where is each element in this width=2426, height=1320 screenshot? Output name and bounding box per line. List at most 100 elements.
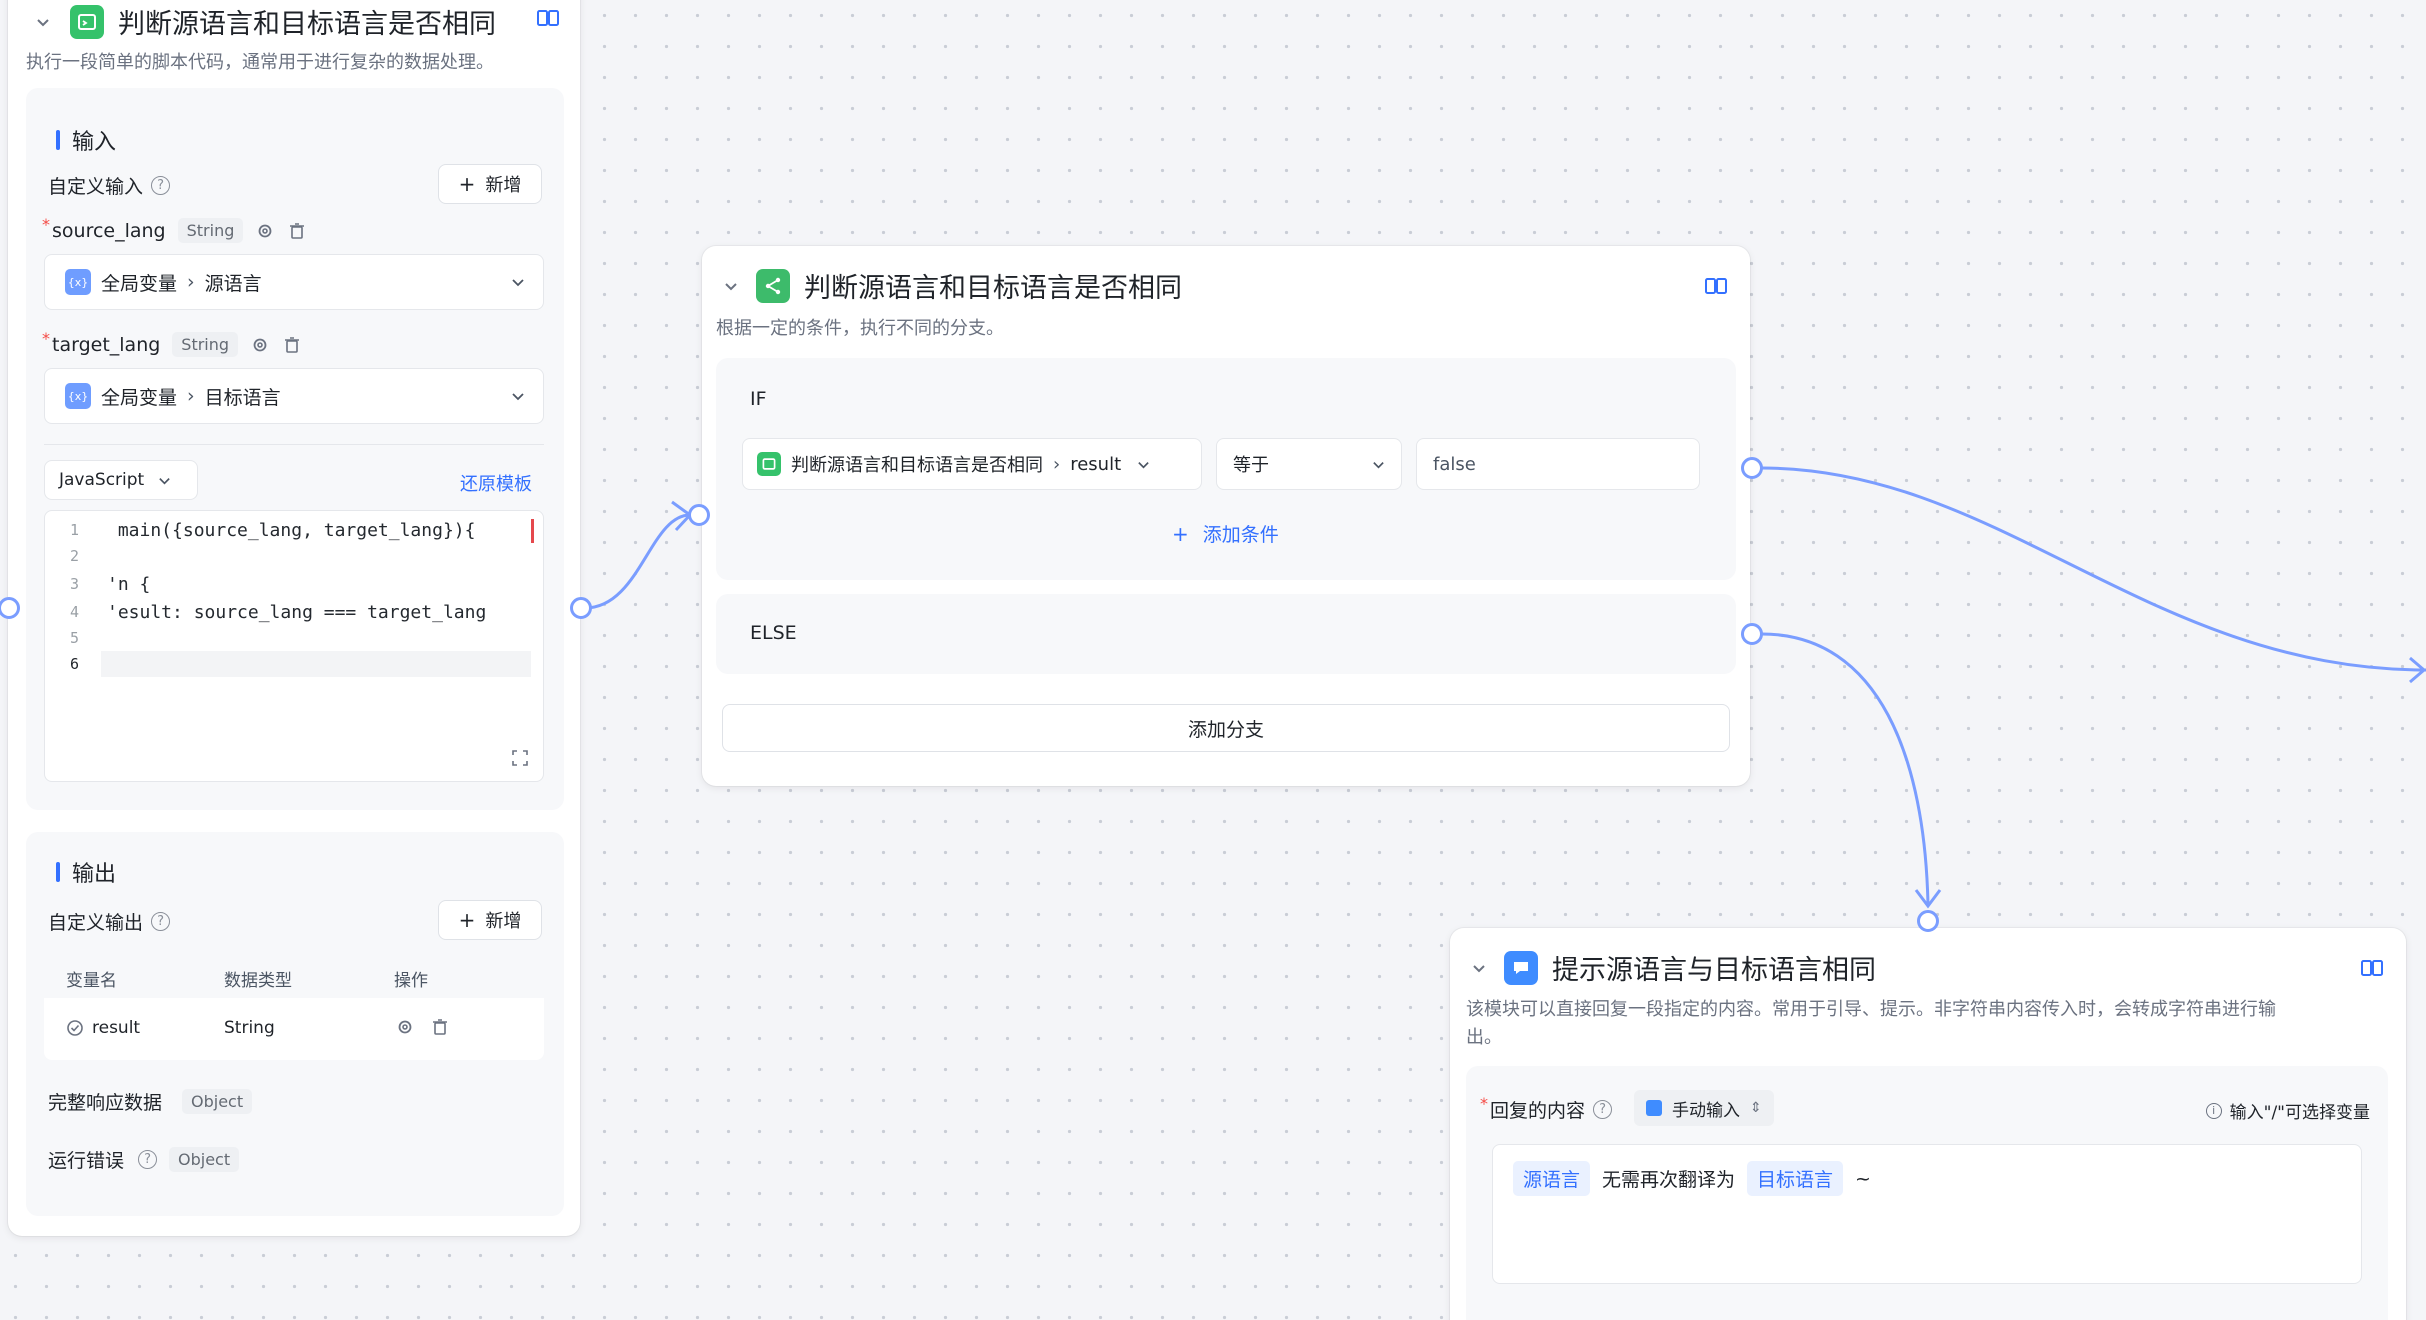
- table-row: result: [66, 1018, 140, 1038]
- else-branch: ELSE: [716, 594, 1736, 674]
- delete-trash-icon[interactable]: [287, 221, 307, 241]
- type-tag: String: [177, 218, 244, 243]
- else-label: ELSE: [750, 622, 797, 644]
- condition-node-input-port[interactable]: [688, 504, 710, 526]
- help-icon[interactable]: ?: [138, 1150, 158, 1169]
- run-error-label: 运行错误 ? Object: [48, 1146, 240, 1173]
- source-lang-reference-select[interactable]: {x} 全局变量 › 源语言: [44, 254, 544, 310]
- collapse-chevron-icon[interactable]: [720, 275, 742, 297]
- collapse-chevron-icon[interactable]: [32, 11, 54, 33]
- delete-trash-icon[interactable]: [432, 1018, 448, 1040]
- help-icon[interactable]: ?: [151, 912, 171, 931]
- workflow-canvas[interactable]: 判断源语言和目标语言是否相同 执行一段简单的脚本代码，通常用于进行复杂的数据处理…: [0, 0, 2426, 1320]
- else-branch-output-port[interactable]: [1741, 623, 1763, 645]
- reply-content-editor[interactable]: 源语言 无需再次翻译为 目标语言 ~: [1492, 1144, 2362, 1284]
- code-line: 2: [69, 547, 79, 565]
- collapse-chevron-icon[interactable]: [1468, 957, 1490, 979]
- dropdown-chevron-icon: [1138, 461, 1149, 468]
- edge-if-branch: [1761, 466, 2426, 672]
- code-node[interactable]: 判断源语言和目标语言是否相同 执行一段简单的脚本代码，通常用于进行复杂的数据处理…: [8, 0, 580, 1236]
- custom-input-label: 自定义输入 ?: [48, 172, 171, 199]
- book-icon[interactable]: [1704, 276, 1728, 296]
- settings-gear-icon[interactable]: [255, 221, 275, 241]
- condition-operator-select[interactable]: 等于: [1216, 438, 1402, 490]
- reply-node[interactable]: 提示源语言与目标语言相同 该模块可以直接回复一段指定的内容。常用于引导、提示。非…: [1450, 928, 2406, 1320]
- expand-icon[interactable]: [511, 749, 529, 767]
- add-condition-button[interactable]: + 添加条件: [1172, 520, 1279, 547]
- column-header: 变量名: [66, 971, 117, 991]
- condition-left-select[interactable]: 判断源语言和目标语言是否相同 › result: [742, 438, 1202, 490]
- if-label: IF: [750, 388, 767, 410]
- edge-else-branch: [1761, 632, 1930, 906]
- dropdown-chevron-icon: [512, 279, 524, 287]
- variable-source-lang: * source_lang String: [42, 215, 307, 243]
- code-line: 5: [69, 629, 79, 647]
- type-tag: String: [172, 332, 239, 357]
- edit-mode-icon: [1646, 1100, 1662, 1116]
- delete-trash-icon[interactable]: [282, 335, 302, 355]
- reply-content-section: * 回复的内容 ? 手动输入 ⇕ i 输入"/"可选择变量 源语言 无需再次翻译为…: [1466, 1066, 2388, 1320]
- arrow-if-out: [2409, 656, 2426, 684]
- code-line-active: 6: [45, 651, 543, 677]
- input-mode-switch[interactable]: 手动输入 ⇕: [1634, 1090, 1774, 1126]
- target-lang-reference-select[interactable]: {x} 全局变量 › 目标语言: [44, 368, 544, 424]
- book-icon[interactable]: [2360, 958, 2384, 978]
- code-node-title: 判断源语言和目标语言是否相同: [118, 9, 496, 40]
- language-select[interactable]: JavaScript: [44, 460, 198, 500]
- custom-output-label: 自定义输出 ?: [48, 908, 171, 935]
- add-input-button[interactable]: + 新增: [438, 164, 542, 204]
- edge-code-to-condition: [584, 513, 691, 610]
- info-icon: i: [2205, 1102, 2222, 1119]
- variable-target-lang: * target_lang String: [42, 329, 302, 357]
- check-circle-icon: [67, 1020, 83, 1036]
- full-response-label: 完整响应数据 Object: [48, 1088, 253, 1115]
- condition-value-input[interactable]: false: [1416, 438, 1700, 490]
- condition-node[interactable]: 判断源语言和目标语言是否相同 根据一定的条件，执行不同的分支。 IF 判断源语言…: [702, 246, 1750, 786]
- code-node-mini-icon: [757, 452, 781, 476]
- settings-gear-icon[interactable]: [396, 1018, 414, 1040]
- reply-node-input-port[interactable]: [1917, 910, 1939, 932]
- settings-gear-icon[interactable]: [250, 335, 270, 355]
- help-icon[interactable]: ?: [1593, 1100, 1613, 1119]
- input-section-title: 输入: [56, 124, 116, 156]
- column-header: 操作: [394, 971, 428, 991]
- output-table-header: [44, 954, 544, 998]
- if-branch-output-port[interactable]: [1741, 457, 1763, 479]
- restore-template-link[interactable]: 还原模板: [460, 470, 532, 496]
- add-branch-button[interactable]: 添加分支: [722, 704, 1730, 752]
- message-node-icon: [1504, 950, 1538, 985]
- condition-node-title: 判断源语言和目标语言是否相同: [804, 273, 1182, 304]
- input-section: 输入 自定义输入 ? + 新增 * source_lang String {x}…: [26, 88, 564, 810]
- help-icon[interactable]: ?: [151, 176, 171, 195]
- dropdown-chevron-icon: [1373, 461, 1384, 468]
- code-node-description: 执行一段简单的脚本代码，通常用于进行复杂的数据处理。: [26, 52, 494, 73]
- output-table: 变量名 数据类型 操作 result String: [44, 954, 544, 1060]
- add-output-button[interactable]: + 新增: [438, 900, 542, 940]
- output-section-title: 输出: [56, 856, 116, 888]
- variable-icon: {x}: [65, 383, 91, 409]
- variable-hint: i 输入"/"可选择变量: [2205, 1098, 2370, 1123]
- dropdown-chevron-icon: [512, 393, 524, 401]
- code-node-output-port[interactable]: [570, 597, 592, 619]
- text-cursor: [531, 519, 534, 543]
- code-editor[interactable]: 1 main({source_lang, target_lang}){ 2 3 '…: [44, 510, 544, 782]
- code-line: 1 main({source_lang, target_lang}){: [69, 519, 476, 541]
- book-icon[interactable]: [536, 8, 560, 28]
- output-section: 输出 自定义输出 ? + 新增 变量名 数据类型 操作 result String: [26, 832, 564, 1216]
- arrow-reply-in: [1914, 889, 1942, 909]
- column-header: 数据类型: [224, 971, 292, 991]
- condition-node-description: 根据一定的条件，执行不同的分支。: [716, 318, 1004, 339]
- code-line: 3'n {: [69, 573, 151, 595]
- output-type: String: [224, 1018, 275, 1038]
- type-tag: Object: [182, 1089, 253, 1114]
- code-node-icon: [70, 4, 104, 39]
- dropdown-chevron-icon: [159, 477, 170, 484]
- if-branch: IF 判断源语言和目标语言是否相同 › result 等于 false + 添加条…: [716, 358, 1736, 580]
- variable-icon: {x}: [65, 269, 91, 295]
- reply-node-description: 该模块可以直接回复一段指定的内容。常用于引导、提示。非字符串内容传入时，会转成字…: [1466, 999, 2276, 1048]
- reply-content-label: * 回复的内容 ?: [1480, 1094, 1613, 1123]
- type-tag: Object: [169, 1147, 240, 1172]
- branch-node-icon: [756, 268, 790, 303]
- variable-pill[interactable]: 源语言: [1513, 1161, 1591, 1196]
- variable-pill[interactable]: 目标语言: [1747, 1161, 1844, 1196]
